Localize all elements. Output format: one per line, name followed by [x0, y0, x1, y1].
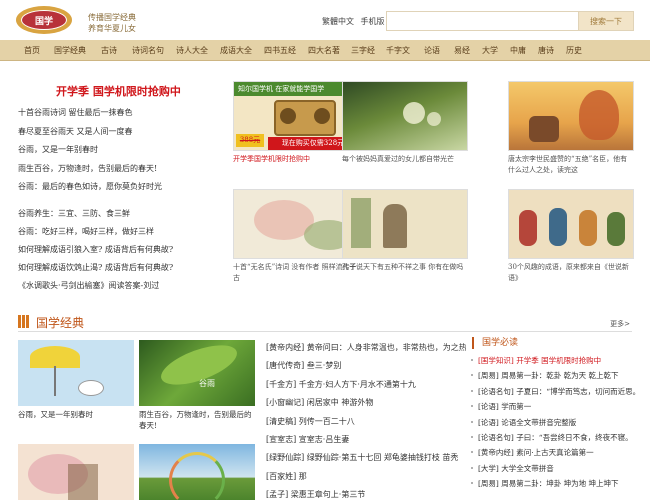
nav-item[interactable]: 历史	[560, 45, 588, 56]
card-caption[interactable]: 30个风趣的成语，原来都来自《世说新语》	[508, 262, 634, 284]
card-article[interactable]: 唐太宗李世民盛赞的“五绝”名臣，他有什么过人之处，读完这	[508, 81, 634, 176]
more-link[interactable]: 更多>	[610, 319, 630, 329]
must-read-link[interactable]: [论语] 学而第一	[470, 401, 640, 416]
must-read-link[interactable]: [论语] 论语全文带拼音完整版	[470, 417, 640, 432]
promo-link[interactable]: 十首谷雨诗词 留住最后一抹春色	[18, 107, 162, 126]
must-read-title: 国学必读	[472, 337, 640, 349]
nav-item[interactable]: 国学经典	[48, 45, 92, 56]
classic-thumb[interactable]: 谷雨 雨生百谷，万物逢时，告别最后的春天!	[139, 340, 255, 431]
classic-article-link[interactable]: [小窗幽记] 闲居家中 神游外物	[266, 397, 466, 415]
card-caption[interactable]: 十首“无名氏”诗词 没有作者 照样流传千古	[233, 262, 359, 284]
classic-article-list: [黄帝内经] 黄帝问曰：人身非常温也，非常热也，为之热 [唐代传奇] 叁三·梦别[…	[266, 342, 466, 500]
nav-item[interactable]: 四大名著	[302, 45, 346, 56]
nav-item[interactable]: 千字文	[380, 45, 416, 56]
must-read-link[interactable]: [周易] 周易第一卦：乾卦 乾为天 乾上乾下	[470, 370, 640, 385]
promo-link[interactable]: 春尽夏至谷雨天 又是人间一度春	[18, 126, 162, 145]
classic-thumb[interactable]	[18, 444, 134, 500]
promo-list-secondary: 谷雨养生：三宜、三防、食三鲜 谷雨：吃好三样，喝好三样，做好三样 如何理解成语引狼入…	[18, 208, 173, 298]
slogan-line1: 传播国学经典	[88, 13, 136, 22]
card-image[interactable]	[233, 189, 359, 259]
nav-item[interactable]: 四书五经	[258, 45, 302, 56]
thumb-image[interactable]	[139, 444, 255, 500]
thumb-image[interactable]	[18, 340, 134, 406]
card-caption[interactable]: 每个被妈妈真爱过的女儿都自带光芒	[342, 154, 468, 165]
nav-item[interactable]: 诗词名句	[126, 45, 170, 56]
nav-item[interactable]: 古诗	[92, 45, 126, 56]
promo-link[interactable]: 雨生百谷，万物逢时，告别最后的春天!	[18, 163, 162, 182]
nav-item[interactable]: 易经	[448, 45, 476, 56]
classic-article-link[interactable]: [孟子] 梁惠王章句上·第三节	[266, 489, 466, 500]
card-caption[interactable]: 孔子说天下有五种不祥之事 你有在做吗	[342, 262, 468, 273]
card-image[interactable]: 知尔国学机 在家就能学国学 388元 现在购买仅需328元	[233, 81, 359, 151]
classic-article-link[interactable]: [清史稿] 列传一百二十八	[266, 416, 466, 434]
old-price: 388元	[236, 134, 264, 147]
promo-link[interactable]: 谷雨养生：三宜、三防、食三鲜	[18, 208, 173, 226]
card-image[interactable]	[342, 189, 468, 259]
classic-thumb[interactable]	[139, 444, 255, 500]
section-title[interactable]: 国学经典	[36, 314, 84, 331]
main-nav: 首页 国学经典 古诗 诗词名句 诗人大全 成语大全 四书五经 四大名著 三字经 千字文 论语 易经 大学…	[0, 40, 650, 61]
must-read-link[interactable]: [国学知识] 开学季 国学机限时抢购中	[470, 355, 640, 370]
thumb-caption[interactable]: 雨生百谷，万物逢时，告别最后的春天!	[139, 409, 255, 431]
promo-link[interactable]: 《水调歌头·弓剑出榆塞》阅读答案-刘过	[18, 280, 173, 298]
thumb-overlay-text: 谷雨	[199, 379, 215, 388]
card-promo[interactable]: 知尔国学机 在家就能学国学 388元 现在购买仅需328元 开学季国学机限时抢购…	[233, 81, 359, 165]
card-article[interactable]: 孔子说天下有五种不祥之事 你有在做吗	[342, 189, 468, 273]
slogan: 传播国学经典 养育华夏儿女	[88, 12, 136, 34]
must-read-panel: 国学必读 [国学知识] 开学季 国学机限时抢购中 [周易] 周易第一卦：乾卦 乾为…	[470, 337, 640, 494]
must-read-link[interactable]: [黄帝内经] 素问·上古天真论篇第一	[470, 447, 640, 462]
promo-link[interactable]: 如何理解成语饮鸩止渴? 成语背后有何典故?	[18, 262, 173, 280]
classic-article-link[interactable]: [宣室志] 宣室志·吕生妻	[266, 434, 466, 452]
site-logo[interactable]: 国学	[16, 6, 72, 34]
must-read-link[interactable]: [论语名句] 子曰：“吾尝终日不食，终夜不寝。	[470, 432, 640, 447]
classic-article-link[interactable]: [唐代传奇] 叁三·梦别	[266, 360, 466, 378]
section-header: 国学经典 更多>	[18, 312, 632, 332]
classic-article-link[interactable]: [黄帝内经] 黄帝问曰：人身非常温也，非常热也，为之热	[266, 342, 466, 360]
nav-item[interactable]: 唐诗	[532, 45, 560, 56]
must-read-link[interactable]: [论语名句] 子夏曰：“博学而笃志，切问而近思。	[470, 386, 640, 401]
slogan-line2: 养育华夏儿女	[88, 24, 136, 33]
thumb-caption[interactable]: 谷雨，又是一年别春时	[18, 409, 134, 420]
card-image[interactable]	[508, 189, 634, 259]
search-button[interactable]: 搜索一下	[578, 11, 634, 31]
device-image	[274, 100, 336, 136]
classic-article-link[interactable]: [千金方] 千金方·妇人方下·月水不通第十九	[266, 379, 466, 397]
promo-list: 十首谷雨诗词 留住最后一抹春色 春尽夏至谷雨天 又是人间一度春 谷雨，又是一年别春时…	[18, 107, 162, 200]
promo-banner-text: 知尔国学机 在家就能学国学	[234, 82, 358, 96]
nav-item[interactable]: 论语	[416, 45, 448, 56]
nav-item[interactable]: 首页	[16, 45, 48, 56]
thumb-image[interactable]	[18, 444, 134, 500]
card-image[interactable]	[508, 81, 634, 151]
nav-item[interactable]: 大学	[476, 45, 504, 56]
mobile-version-link[interactable]: 手机版	[361, 17, 385, 26]
classic-thumb[interactable]: 谷雨，又是一年别春时	[18, 340, 134, 420]
promo-link[interactable]: 谷雨，又是一年别春时	[18, 144, 162, 163]
nav-item[interactable]: 中庸	[504, 45, 532, 56]
nav-item[interactable]: 三字经	[346, 45, 380, 56]
classic-article-link[interactable]: [百家姓] 那	[266, 471, 466, 489]
card-article[interactable]: 30个风趣的成语，原来都来自《世说新语》	[508, 189, 634, 284]
nav-item[interactable]: 成语大全	[214, 45, 258, 56]
promo-link[interactable]: 谷雨：最后的春色如诗，愿你莫负好时光	[18, 181, 162, 200]
card-caption[interactable]: 开学季国学机限时抢购中	[233, 154, 359, 165]
must-read-link[interactable]: [周易] 周易第二卦：坤卦 坤为地 坤上坤下	[470, 478, 640, 493]
logo-emblem: 国学	[21, 10, 67, 30]
promo-link[interactable]: 如何理解成语引狼入室? 成语背后有何典故?	[18, 244, 173, 262]
traditional-chinese-link[interactable]: 繁體中文	[322, 17, 354, 26]
card-article[interactable]: 每个被妈妈真爱过的女儿都自带光芒	[342, 81, 468, 165]
version-links: 繁體中文 手机版	[322, 16, 389, 27]
card-image[interactable]	[342, 81, 468, 151]
thumb-image[interactable]: 谷雨	[139, 340, 255, 406]
classic-article-link[interactable]: [绿野仙踪] 绿野仙踪·第五十七回 郑龟婆抽钱打枝 苗秃	[266, 452, 466, 470]
site-header: 国学 传播国学经典 养育华夏儿女 繁體中文 手机版 搜索一下	[0, 0, 650, 40]
card-article[interactable]: 十首“无名氏”诗词 没有作者 照样流传千古	[233, 189, 359, 284]
books-icon	[18, 315, 31, 328]
promo-title[interactable]: 开学季 国学机限时抢购中	[56, 83, 181, 99]
promo-link[interactable]: 谷雨：吃好三样，喝好三样，做好三样	[18, 226, 173, 244]
search-input[interactable]	[386, 11, 579, 31]
must-read-link[interactable]: [大学] 大学全文带拼音	[470, 463, 640, 478]
card-caption[interactable]: 唐太宗李世民盛赞的“五绝”名臣，他有什么过人之处，读完这	[508, 154, 634, 176]
nav-item[interactable]: 诗人大全	[170, 45, 214, 56]
